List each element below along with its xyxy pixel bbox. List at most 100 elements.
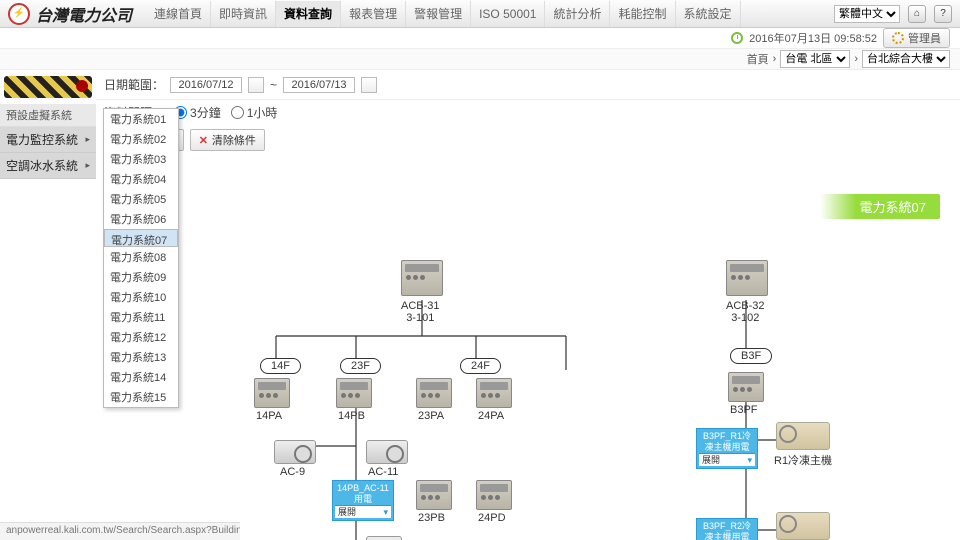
logo-icon: ⚡ [8,3,30,25]
menu-item[interactable]: 報表管理 [341,1,406,27]
menu-item[interactable]: 警報管理 [406,1,471,27]
panel-14pb[interactable] [336,378,372,408]
button-row: 🔍繪製圖表 ✕清除條件 [96,125,960,155]
unit-ac9[interactable] [274,440,316,464]
language-select[interactable]: 繁體中文 [834,5,900,23]
status-bar: anpowerreal.kali.com.tw/Search/Search.as… [0,522,240,540]
unit-rf11[interactable] [366,536,402,540]
system-dropdown[interactable]: 電力系統01電力系統02電力系統03電力系統04電力系統05電力系統06電力系統… [103,108,179,408]
menu-item[interactable]: 連線首頁 [146,1,211,27]
dropdown-item[interactable]: 電力系統13 [104,347,178,367]
clock-icon [731,32,743,44]
dropdown-item[interactable]: 電力系統14 [104,367,178,387]
admin-button[interactable]: 管理員 [883,28,950,48]
close-icon: ✕ [199,134,208,147]
label-ac11: AC-11 [368,466,398,478]
help-icon[interactable]: ? [934,5,952,23]
dropdown-item[interactable]: 電力系統06 [104,209,178,229]
label-14pb: 14PB [338,410,365,422]
menu-item[interactable]: 資料查詢 [276,1,341,27]
sidebar-item-hvac[interactable]: 空調冰水系統▸ [0,153,96,179]
chevron-right-icon: ▸ [85,160,90,171]
region-select[interactable]: 台電 北區 [780,50,850,68]
label-14pa: 14PA [256,410,282,422]
alarm-strip-icon[interactable] [4,76,92,98]
unit-ac11[interactable] [366,440,408,464]
dropdown-item[interactable]: 電力系統05 [104,189,178,209]
chevron-down-icon: ▾ [383,507,388,518]
interval-filter-row: 資料間隔： 3分鐘 1小時 [96,100,960,125]
panel-23pb[interactable] [416,480,452,510]
crumb-home[interactable]: 首頁 [747,51,769,67]
clear-filter-button[interactable]: ✕清除條件 [190,129,265,151]
tag-b3pf-r2[interactable]: B3PF_R2冷凍主機用電展開▾ [696,518,758,540]
calendar-icon[interactable] [361,77,377,93]
node-b3f[interactable]: B3F [730,348,772,364]
panel-acb32[interactable] [726,260,768,296]
system-banner: 電力系統07 [820,194,940,219]
node-23f[interactable]: 23F [340,358,381,374]
label-23pb: 23PB [418,512,445,524]
date-from-input[interactable]: 2016/07/12 [170,77,242,93]
label-23pa: 23PA [418,410,444,422]
dropdown-item[interactable]: 電力系統02 [104,129,178,149]
sidebar-item-power[interactable]: 電力監控系統▸ [0,127,96,153]
dropdown-item[interactable]: 電力系統09 [104,267,178,287]
sub-bar: 2016年07月13日 09:58:52 管理員 [0,28,960,48]
label-acb31: ACB-313-101 [401,300,440,324]
dropdown-item[interactable]: 電力系統10 [104,287,178,307]
panel-24pa[interactable] [476,378,512,408]
tag-b3pf-r1[interactable]: B3PF_R1冷凍主機用電展開▾ [696,428,758,469]
power-diagram: ACB-313-101 ACB-323-102 14F 23F 24F B3F … [216,230,950,540]
dropdown-item[interactable]: 電力系統12 [104,327,178,347]
date-filter-row: 日期範圍： 2016/07/12 ~ 2016/07/13 [96,70,960,100]
interval-1hr-radio[interactable]: 1小時 [231,104,278,121]
dropdown-item[interactable]: 電力系統03 [104,149,178,169]
sidebar-category: 預設虛擬系統 [0,104,96,127]
content-area: 日期範圍： 2016/07/12 ~ 2016/07/13 資料間隔： 3分鐘 … [96,70,960,540]
dropdown-item[interactable]: 電力系統04 [104,169,178,189]
dropdown-item[interactable]: 電力系統11 [104,307,178,327]
building-select[interactable]: 台北綜合大樓 [862,50,950,68]
date-label: 日期範圍： [104,76,164,93]
panel-14pa[interactable] [254,378,290,408]
top-bar: ⚡ 台灣電力公司 連線首頁即時資訊資料查詢報表管理警報管理ISO 50001統計… [0,0,960,28]
dropdown-item[interactable]: 電力系統08 [104,247,178,267]
label-ac9: AC-9 [280,466,305,478]
chevron-right-icon: ▸ [85,134,90,145]
wiring-lines [216,230,950,540]
label-acb32: ACB-323-102 [726,300,765,324]
label-24pa: 24PA [478,410,504,422]
panel-acb31[interactable] [401,260,443,296]
dropdown-item[interactable]: 電力系統07 [104,229,178,247]
interval-3min-radio[interactable]: 3分鐘 [174,104,221,121]
sidebar: 預設虛擬系統 電力監控系統▸ 空調冰水系統▸ [0,70,96,540]
label-24pd: 24PD [478,512,506,524]
chevron-down-icon: ▾ [747,455,752,466]
unit-r1-chiller[interactable] [776,422,830,450]
unit-r2-chiller[interactable] [776,512,830,540]
date-to-input[interactable]: 2016/07/13 [283,77,355,93]
gear-icon [892,32,904,44]
tag-14pb-ac11[interactable]: 14PB_AC-11用電展開▾ [332,480,394,521]
timestamp: 2016年07月13日 09:58:52 [749,30,877,46]
label-r1: R1冷凍主機 [774,452,832,468]
label-b3pf: B3PF [730,404,758,416]
calendar-icon[interactable] [248,77,264,93]
menu-item[interactable]: 耗能控制 [610,1,675,27]
breadcrumb: 首頁 › 台電 北區 › 台北綜合大樓 [0,48,960,70]
node-14f[interactable]: 14F [260,358,301,374]
dropdown-item[interactable]: 電力系統15 [104,387,178,407]
menu-item[interactable]: 統計分析 [545,1,610,27]
menu-item[interactable]: 系統設定 [676,1,741,27]
menu-item[interactable]: ISO 50001 [471,1,545,27]
panel-b3pf[interactable] [728,372,764,402]
main-menu: 連線首頁即時資訊資料查詢報表管理警報管理ISO 50001統計分析耗能控制系統設… [146,1,741,27]
panel-24pd[interactable] [476,480,512,510]
panel-23pa[interactable] [416,378,452,408]
company-name: 台灣電力公司 [36,2,132,26]
menu-item[interactable]: 即時資訊 [211,1,276,27]
home-icon[interactable]: ⌂ [908,5,926,23]
dropdown-item[interactable]: 電力系統01 [104,109,178,129]
node-24f[interactable]: 24F [460,358,501,374]
